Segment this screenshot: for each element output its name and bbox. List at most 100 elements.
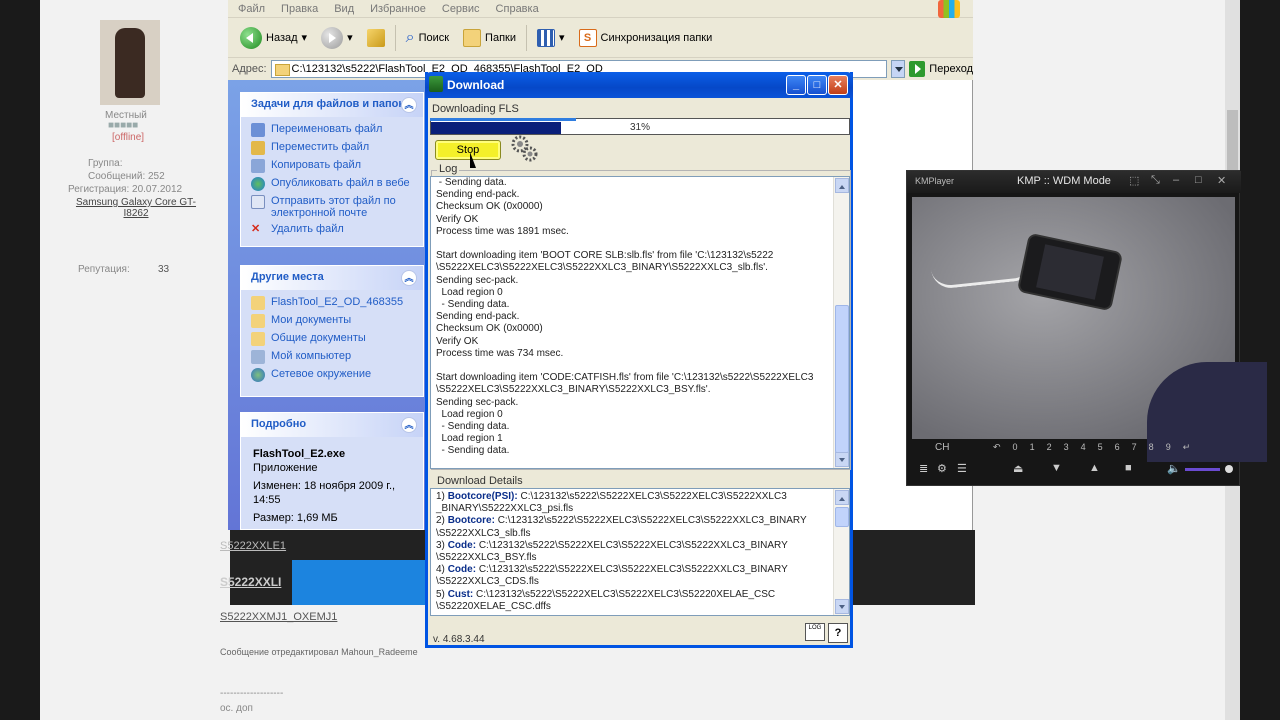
scroll-up-arrow-icon[interactable] xyxy=(835,178,849,193)
details-scrollbar[interactable] xyxy=(833,489,849,615)
menu-file[interactable]: Файл xyxy=(238,3,265,15)
task-rename[interactable]: Переименовать файл xyxy=(241,121,423,139)
back-button[interactable]: Назад ▾ xyxy=(236,25,311,51)
digit-button[interactable]: 8 xyxy=(1149,442,1154,453)
toolbar-separator xyxy=(525,24,527,51)
digit-button[interactable]: 2 xyxy=(1047,442,1052,453)
pin-icon[interactable]: ⬚ xyxy=(1129,174,1139,187)
digit-button[interactable]: 7 xyxy=(1132,442,1137,453)
maximize-button[interactable]: □ xyxy=(807,75,827,95)
address-dropdown-button[interactable] xyxy=(891,60,906,78)
file-tasks-header[interactable]: Задачи для файлов и папок ︽ xyxy=(241,93,423,117)
place-shared-documents[interactable]: Общие документы xyxy=(241,330,423,348)
gear-icon[interactable]: ⚙ xyxy=(937,462,947,475)
task-publish[interactable]: Опубликовать файл в вебе xyxy=(241,175,423,193)
log-text: - Sending data. Sending end-pack. Checks… xyxy=(436,177,814,457)
forward-button[interactable]: ▾ xyxy=(317,25,357,51)
volume-knob[interactable] xyxy=(1225,465,1233,473)
digit-button[interactable]: 3 xyxy=(1064,442,1069,453)
views-button[interactable]: ▾ xyxy=(533,27,569,49)
scroll-down-arrow-icon[interactable] xyxy=(835,452,849,467)
place-label: Сетевое окружение xyxy=(271,368,372,380)
task-move[interactable]: Переместить файл xyxy=(241,139,423,157)
place-my-documents[interactable]: Мои документы xyxy=(241,312,423,330)
phone-image xyxy=(1016,232,1124,312)
go-button[interactable]: Переход xyxy=(909,61,973,77)
dialog-title-bar[interactable]: Download _ □ ✕ xyxy=(425,72,853,98)
task-email[interactable]: Отправить этот файл по электронной почте xyxy=(241,193,423,221)
search-button[interactable]: ⌕ Поиск xyxy=(402,27,453,49)
page-scroll-thumb[interactable] xyxy=(1227,110,1238,170)
folders-button[interactable]: Папки xyxy=(459,27,520,49)
menu-help[interactable]: Справка xyxy=(496,3,539,15)
task-label: Удалить файл xyxy=(271,223,344,235)
video-frame[interactable] xyxy=(912,197,1267,462)
playlist-icon[interactable]: ≣ xyxy=(919,462,928,475)
enter-icon[interactable]: ↵ xyxy=(1183,442,1191,453)
close-button[interactable]: ✕ xyxy=(1217,174,1226,187)
collapse-icon[interactable]: ︽ xyxy=(401,270,417,286)
task-copy[interactable]: Копировать файл xyxy=(241,157,423,175)
forward-arrow-icon xyxy=(321,26,344,49)
close-button[interactable]: ✕ xyxy=(828,75,848,95)
digit-button[interactable]: 0 xyxy=(1013,442,1018,453)
task-delete[interactable]: ✕ Удалить файл xyxy=(241,221,423,237)
digit-button[interactable]: 5 xyxy=(1098,442,1103,453)
place-network[interactable]: Сетевое окружение xyxy=(241,366,423,384)
download-details-list[interactable]: 1) Bootcore(PSI): C:\123132\s5222\S5222X… xyxy=(430,488,850,616)
minimize-button[interactable]: _ xyxy=(786,75,806,95)
collapse-icon[interactable]: ︽ xyxy=(401,417,417,433)
log-scrollbar[interactable] xyxy=(833,177,849,468)
log-scroll-thumb[interactable] xyxy=(835,305,849,453)
detail-key: Bootcore: xyxy=(447,515,495,527)
shrink-icon[interactable]: ⤡ xyxy=(1151,174,1160,187)
stop-icon[interactable]: ■ xyxy=(1125,462,1132,474)
digit-button[interactable]: 1 xyxy=(1030,442,1035,453)
user-device[interactable]: Samsung Galaxy Core GT-I8262 xyxy=(66,197,206,219)
volume-slider[interactable] xyxy=(1185,468,1221,471)
collapse-icon[interactable]: ︽ xyxy=(401,97,417,113)
digit-button[interactable]: 6 xyxy=(1115,442,1120,453)
kmp-title-bar[interactable]: KMPlayer KMP :: WDM Mode ⬚ ⤡ – □ ✕ xyxy=(907,171,1241,193)
other-places-header[interactable]: Другие места ︽ xyxy=(241,266,423,290)
speaker-icon[interactable]: 🔈 xyxy=(1167,462,1181,475)
place-my-computer[interactable]: Мой компьютер xyxy=(241,348,423,366)
menu-favorites[interactable]: Избранное xyxy=(370,3,426,15)
list-icon[interactable]: ☰ xyxy=(957,462,967,475)
details-scroll-thumb[interactable] xyxy=(835,507,849,527)
up-folder-button[interactable] xyxy=(363,27,389,49)
digit-button[interactable]: 9 xyxy=(1166,442,1171,453)
detail-row: 1) Bootcore(PSI): C:\123132\s5222\S5222X… xyxy=(431,491,833,515)
menu-edit[interactable]: Правка xyxy=(281,3,318,15)
digit-button[interactable]: 4 xyxy=(1081,442,1086,453)
chevron-down-icon[interactable]: ▾ xyxy=(559,31,565,44)
details-header[interactable]: Подробно ︽ xyxy=(241,413,423,437)
sync-folder-button[interactable]: S Синхронизация папки xyxy=(575,27,717,49)
eject-icon[interactable]: ⏏ xyxy=(1013,462,1023,475)
help-button[interactable]: ? xyxy=(828,623,848,643)
menu-view[interactable]: Вид xyxy=(334,3,354,15)
log-textbox[interactable]: - Sending data. Sending end-pack. Checks… xyxy=(430,176,850,469)
progress-percent: 31% xyxy=(629,122,650,133)
place-flashtool-folder[interactable]: FlashTool_E2_OD_468355 xyxy=(241,294,423,312)
log-label: Log xyxy=(437,163,460,175)
down-icon[interactable]: ▼ xyxy=(1051,462,1062,474)
chevron-down-icon[interactable]: ▾ xyxy=(302,31,308,44)
log-file-button[interactable]: LOG xyxy=(805,623,825,641)
scroll-down-arrow-icon[interactable] xyxy=(835,599,849,614)
forum-link-1[interactable]: S5222XXLE1 xyxy=(220,540,286,552)
file-size: Размер: 1,69 МБ xyxy=(253,512,338,524)
maximize-button[interactable]: □ xyxy=(1195,174,1202,186)
up-icon[interactable]: ▲ xyxy=(1089,462,1100,474)
scroll-up-arrow-icon[interactable] xyxy=(835,490,849,505)
forum-link-3[interactable]: S5222XXMJ1_OXEMJ1 xyxy=(220,611,337,623)
stop-button[interactable]: Stop xyxy=(435,140,501,160)
menu-tools[interactable]: Сервис xyxy=(442,3,480,15)
forum-link-2[interactable]: S5222XXLI xyxy=(220,575,281,589)
channel-back-icon[interactable]: ↶ xyxy=(993,442,1001,453)
toolbar-separator xyxy=(394,24,396,51)
minimize-button[interactable]: – xyxy=(1173,174,1179,186)
kmp-logo[interactable]: KMPlayer xyxy=(915,176,954,186)
edit-note: Сообщение отредактировал Mahoun_Radeeme xyxy=(220,647,418,657)
chevron-down-icon[interactable]: ▾ xyxy=(347,31,353,44)
